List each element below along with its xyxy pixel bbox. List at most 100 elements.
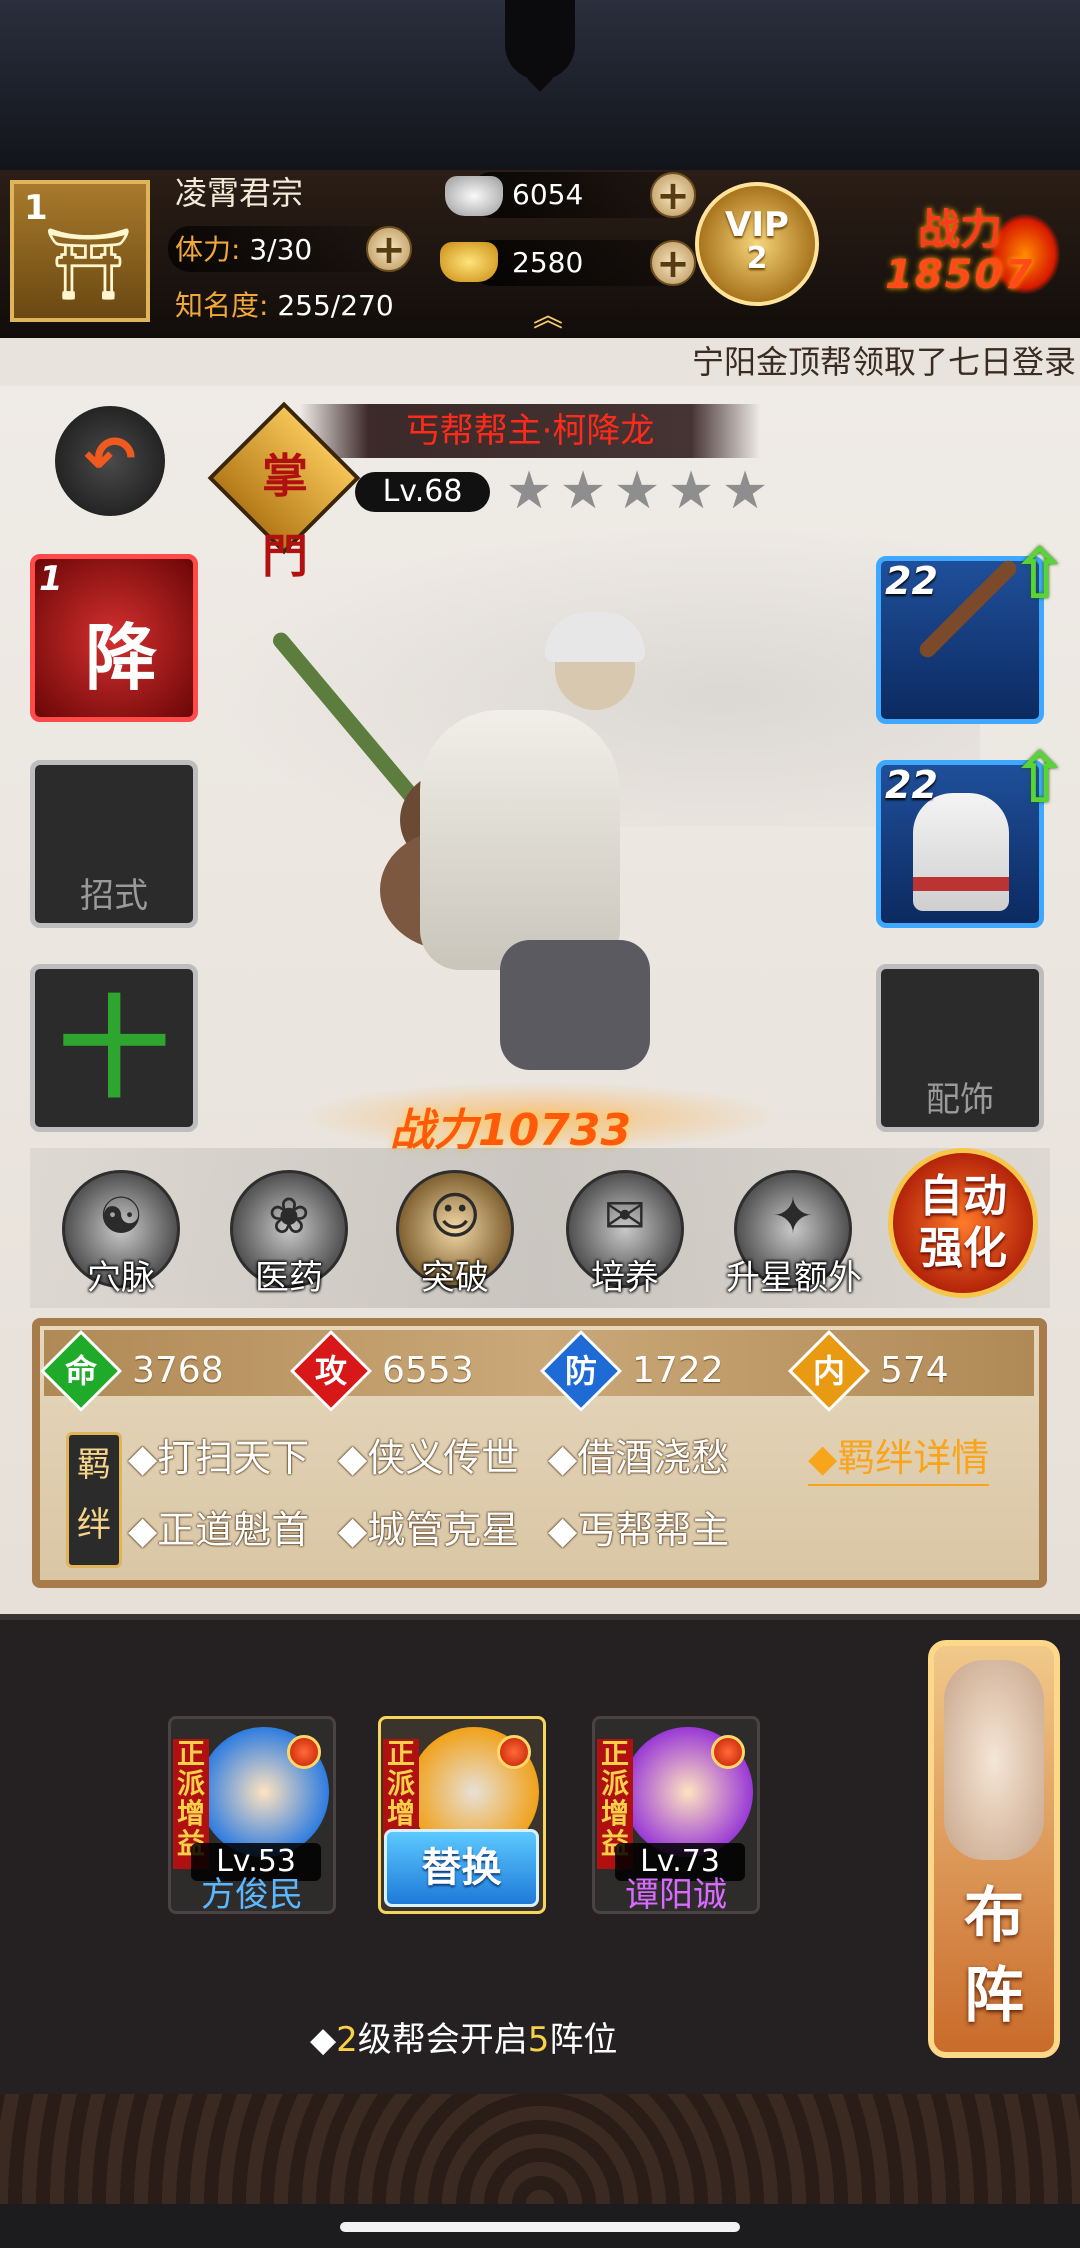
skill-slot-number: 1 xyxy=(39,559,63,599)
cultivate-icon: ✉ xyxy=(604,1187,646,1245)
bond-tag-char: 羁 xyxy=(77,1445,111,1485)
formation-label: 布 xyxy=(964,1881,1024,1951)
hero-title-banner: 丐帮帮主·柯降龙 xyxy=(300,404,760,458)
skill-slot-char: 降 xyxy=(85,616,158,700)
accessory-slot-label: 配饰 xyxy=(926,1080,994,1120)
hint-text: 级帮会开启 xyxy=(357,2020,528,2060)
player-level-badge[interactable]: 1 ⛩ xyxy=(10,180,150,322)
medicine-label: 医药 xyxy=(255,1258,323,1298)
cultivate-label: 培养 xyxy=(591,1258,659,1298)
armor-slot[interactable]: 22 ⇧ xyxy=(876,737,1069,928)
star-icon: ★ xyxy=(667,461,715,521)
attack-stat-char: 攻 xyxy=(314,1352,347,1390)
auto-strengthen-button[interactable]: 自动 强化 xyxy=(888,1148,1038,1298)
bond-item: ◆借酒浇愁 xyxy=(548,1436,730,1480)
member-name: 谭阳诚 xyxy=(625,1875,727,1915)
armor-level: 22 xyxy=(885,763,938,807)
back-button[interactable]: ↶ xyxy=(55,406,165,516)
bond-item: ◆城管克星 xyxy=(338,1508,520,1552)
robe-armor-icon xyxy=(913,793,1009,911)
hint-slot-count: 5 xyxy=(527,2020,550,2060)
weapon-slot[interactable]: 22 ⇧ xyxy=(876,533,1069,724)
hero-character-art xyxy=(200,560,800,1080)
silver-amount: 6054 xyxy=(512,178,584,211)
inner-stat-value: 574 xyxy=(880,1350,949,1391)
life-stat-value: 3768 xyxy=(132,1350,224,1391)
add-skill-slot[interactable]: 十 xyxy=(30,964,198,1132)
bond-item: ◆丐帮帮主 xyxy=(548,1508,730,1552)
faction-dot-icon xyxy=(497,1735,531,1769)
fame-label: 知名度: xyxy=(175,289,269,322)
star-up-label: 升星额外 xyxy=(726,1258,862,1298)
team-member-slot[interactable]: 正派增益 Lv.73 谭阳诚 xyxy=(592,1716,760,1914)
weapon-level: 22 xyxy=(885,559,938,603)
star-icon: ★ xyxy=(721,461,769,521)
home-indicator[interactable] xyxy=(340,2222,740,2232)
player-name: 凌霄君宗 xyxy=(175,174,304,212)
moves-slot-label: 招式 xyxy=(80,876,148,916)
slot-unlock-hint: ◆2级帮会开启5阵位 xyxy=(310,2012,617,2061)
star-icon: ★ xyxy=(559,461,607,521)
stamina-stat: 体力: 3/30 xyxy=(175,228,312,272)
bond-tag: 羁 绊 xyxy=(66,1432,122,1568)
formation-art xyxy=(944,1660,1044,1860)
pavilion-icon: ⛩ xyxy=(44,223,133,305)
gold-amount: 2580 xyxy=(512,246,584,279)
hint-text: 阵位 xyxy=(549,2020,618,2060)
attack-stat-value: 6553 xyxy=(382,1350,474,1391)
bond-item: ◆正道魁首 xyxy=(128,1508,310,1552)
roof-ornament-icon xyxy=(505,0,575,80)
bond-details-link[interactable]: ◆羁绊详情 xyxy=(808,1432,990,1486)
star-icon: ★ xyxy=(613,461,661,521)
star-icon: ★ xyxy=(505,461,553,521)
top-roof-banner xyxy=(0,0,1080,176)
add-stamina-button[interactable]: + xyxy=(366,226,412,272)
breakthrough-label: 突破 xyxy=(421,1258,489,1298)
bond-tag-char: 绊 xyxy=(77,1505,111,1545)
inner-stat-char: 内 xyxy=(812,1352,845,1390)
total-power-value: 18507 xyxy=(885,252,1035,298)
legs xyxy=(500,940,650,1070)
add-gold-button[interactable]: + xyxy=(650,240,696,286)
hair xyxy=(545,612,645,662)
collapse-chevron-icon[interactable]: ︽ xyxy=(525,302,571,332)
faction-dot-icon xyxy=(287,1735,321,1769)
upgrade-arrow-icon: ⇧ xyxy=(1010,737,1069,819)
stamina-label: 体力: xyxy=(175,233,241,266)
breakthrough-icon: ☺ xyxy=(428,1187,482,1245)
total-power-label: 战力 xyxy=(918,205,1003,254)
bottom-wave-pattern xyxy=(0,2094,1080,2204)
hint-guild-level: 2 xyxy=(336,2020,358,2060)
accessory-slot[interactable]: 配饰 xyxy=(876,964,1044,1132)
faction-dot-icon xyxy=(711,1735,745,1769)
robe xyxy=(420,710,620,970)
medicine-icon: ❀ xyxy=(268,1187,310,1245)
fame-stat: 知名度: 255/270 xyxy=(175,284,394,328)
bond-item: ◆打扫天下 xyxy=(128,1436,310,1480)
member-name: 方俊民 xyxy=(201,1875,303,1915)
vip-badge[interactable]: VIP 2 xyxy=(695,182,819,306)
moves-slot[interactable]: 招式 xyxy=(30,760,198,928)
defense-stat-char: 防 xyxy=(564,1352,597,1390)
replace-button[interactable]: 替换 xyxy=(384,1829,539,1907)
formation-button[interactable]: 布 阵 xyxy=(928,1640,1060,2058)
add-silver-button[interactable]: + xyxy=(650,172,696,218)
gold-ingot-icon xyxy=(440,242,498,282)
vip-level: 2 xyxy=(746,241,768,276)
back-arrow-icon: ↶ xyxy=(84,422,136,495)
team-member-slot-current[interactable]: 正派增 替换 xyxy=(378,1716,546,1914)
hero-stars: ★ ★ ★ ★ ★ xyxy=(504,461,774,521)
star-up-icon: ✦ xyxy=(772,1187,814,1245)
skill-slot[interactable]: 1 降 xyxy=(30,554,198,722)
formation-label: 阵 xyxy=(964,1961,1024,2031)
upgrade-arrow-icon: ⇧ xyxy=(1010,533,1069,615)
meridian-label: 穴脉 xyxy=(87,1258,155,1298)
leader-emblem-text: 掌門 xyxy=(262,449,308,583)
announcement-ticker: 宁阳金顶帮领取了七日登录 xyxy=(0,338,1080,388)
player-level: 1 xyxy=(24,188,48,228)
team-member-slot[interactable]: 正派增益 Lv.53 方俊民 xyxy=(168,1716,336,1914)
vip-label: VIP xyxy=(725,205,789,245)
ticker-text: 宁阳金顶帮领取了七日登录 xyxy=(692,343,1077,381)
fame-value: 255/270 xyxy=(277,289,394,322)
bond-item: ◆侠义传世 xyxy=(338,1436,520,1480)
